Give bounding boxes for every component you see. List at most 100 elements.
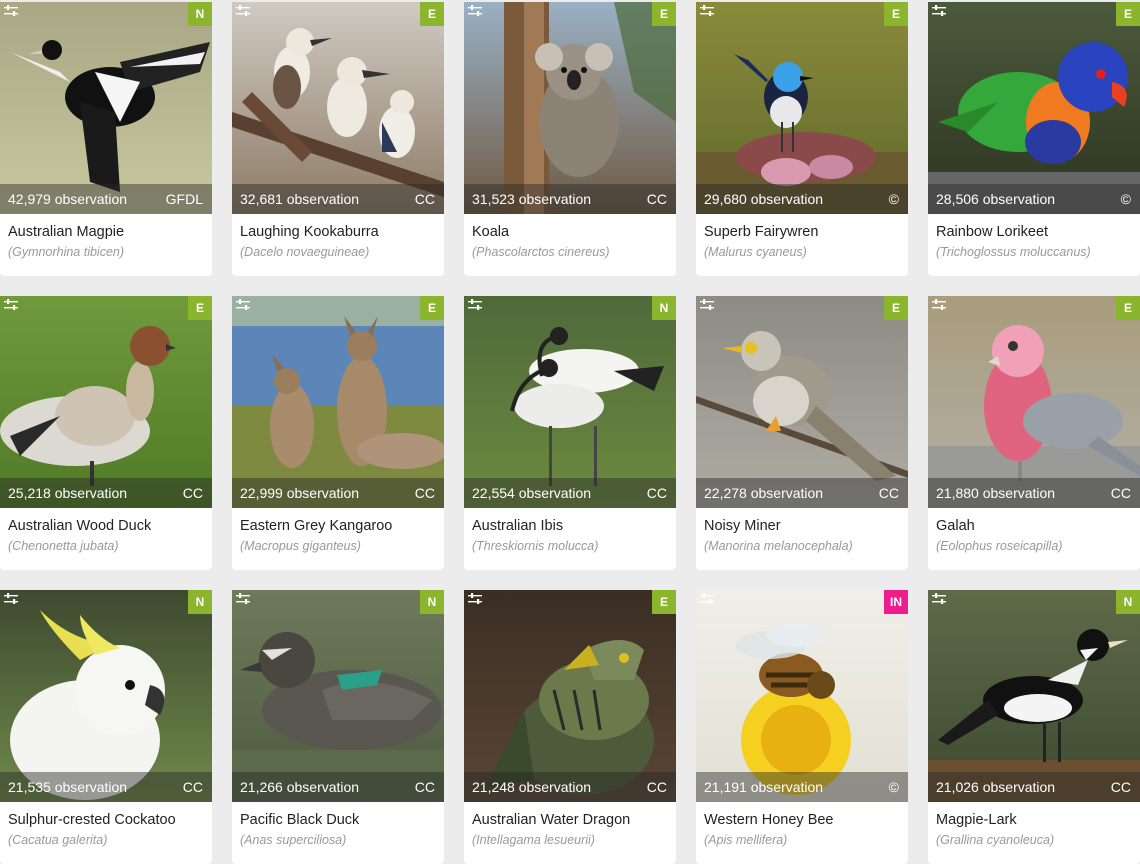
species-info: Australian Ibis (Threskiornis molucca) [464, 508, 676, 553]
filter-sliders-icon[interactable] [468, 593, 482, 605]
common-name[interactable]: Australian Magpie [8, 224, 204, 240]
species-card[interactable]: E 22,999 observation CC Eastern Grey Kan… [232, 296, 444, 570]
common-name[interactable]: Australian Water Dragon [472, 812, 668, 828]
species-card[interactable]: E 32,681 observation CC Laughing Kookabu… [232, 2, 444, 276]
common-name[interactable]: Magpie-Lark [936, 812, 1132, 828]
status-badge: E [1116, 2, 1140, 26]
stats-bar: 21,880 observation CC [928, 478, 1140, 508]
common-name[interactable]: Koala [472, 224, 668, 240]
species-photo-image [696, 2, 908, 214]
species-photo[interactable]: E 22,278 observation CC [696, 296, 908, 508]
species-info: Koala (Phascolarctos cinereus) [464, 214, 676, 259]
species-photo[interactable]: E 21,248 observation CC [464, 590, 676, 802]
filter-sliders-icon[interactable] [4, 299, 18, 311]
species-card[interactable]: E 21,880 observation CC Galah (Eolophus … [928, 296, 1140, 570]
common-name[interactable]: Rainbow Lorikeet [936, 224, 1132, 240]
species-photo[interactable]: E 32,681 observation CC [232, 2, 444, 214]
species-card[interactable]: IN 21,191 observation © Western Honey Be… [696, 590, 908, 864]
species-card[interactable]: N 21,266 observation CC Pacific Black Du… [232, 590, 444, 864]
filter-sliders-icon[interactable] [932, 299, 946, 311]
status-badge: N [420, 590, 444, 614]
species-photo[interactable]: N 21,026 observation CC [928, 590, 1140, 802]
filter-sliders-icon[interactable] [700, 299, 714, 311]
filter-sliders-icon[interactable] [932, 593, 946, 605]
stats-bar: 21,191 observation © [696, 772, 908, 802]
common-name[interactable]: Noisy Miner [704, 518, 900, 534]
common-name[interactable]: Superb Fairywren [704, 224, 900, 240]
stats-bar: 28,506 observation © [928, 184, 1140, 214]
filter-sliders-icon[interactable] [468, 5, 482, 17]
common-name[interactable]: Galah [936, 518, 1132, 534]
species-card[interactable]: N 42,979 observation GFDL Australian Mag… [0, 2, 212, 276]
filter-sliders-icon[interactable] [236, 299, 250, 311]
observation-count: 31,523 observation [472, 191, 592, 207]
observation-count: 21,880 observation [936, 485, 1056, 501]
scientific-name: (Cacatua galerita) [8, 833, 108, 847]
license-label: CC [414, 779, 435, 795]
species-photo[interactable]: E 21,880 observation CC [928, 296, 1140, 508]
species-photo[interactable]: E 28,506 observation © [928, 2, 1140, 214]
common-name[interactable]: Western Honey Bee [704, 812, 900, 828]
observation-count: 21,026 observation [936, 779, 1056, 795]
species-photo-image [928, 2, 1140, 214]
species-info: Galah (Eolophus roseicapilla) [928, 508, 1140, 553]
species-photo-image [232, 2, 444, 214]
stats-bar: 29,680 observation © [696, 184, 908, 214]
species-photo-image [464, 296, 676, 508]
filter-sliders-icon[interactable] [468, 299, 482, 311]
stats-bar: 21,248 observation CC [464, 772, 676, 802]
species-card[interactable]: E 28,506 observation © Rainbow Lorikeet … [928, 2, 1140, 276]
common-name[interactable]: Laughing Kookaburra [240, 224, 436, 240]
species-card[interactable]: N 21,535 observation CC Sulphur-crested … [0, 590, 212, 864]
observation-count: 25,218 observation [8, 485, 128, 501]
species-photo[interactable]: N 21,266 observation CC [232, 590, 444, 802]
stats-bar: 22,999 observation CC [232, 478, 444, 508]
species-photo[interactable]: E 22,999 observation CC [232, 296, 444, 508]
license-label: CC [878, 485, 899, 501]
filter-sliders-icon[interactable] [236, 5, 250, 17]
filter-sliders-icon[interactable] [4, 5, 18, 17]
species-info: Australian Wood Duck (Chenonetta jubata) [0, 508, 212, 553]
species-info: Laughing Kookaburra (Dacelo novaeguineae… [232, 214, 444, 259]
common-name[interactable]: Australian Wood Duck [8, 518, 204, 534]
species-photo[interactable]: N 21,535 observation CC [0, 590, 212, 802]
species-card[interactable]: E 21,248 observation CC Australian Water… [464, 590, 676, 864]
filter-sliders-icon[interactable] [700, 5, 714, 17]
species-photo-image [928, 296, 1140, 508]
species-card[interactable]: E 29,680 observation © Superb Fairywren … [696, 2, 908, 276]
filter-sliders-icon[interactable] [932, 5, 946, 17]
species-photo[interactable]: IN 21,191 observation © [696, 590, 908, 802]
species-info: Australian Water Dragon (Intellagama les… [464, 802, 676, 847]
species-grid: N 42,979 observation GFDL Australian Mag… [0, 0, 1140, 864]
common-name[interactable]: Pacific Black Duck [240, 812, 436, 828]
species-card[interactable]: N 21,026 observation CC Magpie-Lark (Gra… [928, 590, 1140, 864]
scientific-name: (Chenonetta jubata) [8, 539, 119, 553]
stats-bar: 22,278 observation CC [696, 478, 908, 508]
species-photo-image [464, 2, 676, 214]
common-name[interactable]: Australian Ibis [472, 518, 668, 534]
filter-sliders-icon[interactable] [4, 593, 18, 605]
species-card[interactable]: N 22,554 observation CC Australian Ibis … [464, 296, 676, 570]
species-photo[interactable]: E 31,523 observation CC [464, 2, 676, 214]
license-label: CC [182, 779, 203, 795]
species-photo[interactable]: E 29,680 observation © [696, 2, 908, 214]
scientific-name: (Malurus cyaneus) [704, 245, 807, 259]
filter-sliders-icon[interactable] [236, 593, 250, 605]
observation-count: 28,506 observation [936, 191, 1056, 207]
common-name[interactable]: Sulphur-crested Cockatoo [8, 812, 204, 828]
species-card[interactable]: E 25,218 observation CC Australian Wood … [0, 296, 212, 570]
species-card[interactable]: E 31,523 observation CC Koala (Phascolar… [464, 2, 676, 276]
license-label: CC [1110, 485, 1131, 501]
species-info: Rainbow Lorikeet (Trichoglossus moluccan… [928, 214, 1140, 259]
species-photo[interactable]: N 22,554 observation CC [464, 296, 676, 508]
species-photo[interactable]: N 42,979 observation GFDL [0, 2, 212, 214]
species-photo-image [0, 296, 212, 508]
species-info: Sulphur-crested Cockatoo (Cacatua galeri… [0, 802, 212, 847]
filter-sliders-icon[interactable] [700, 593, 714, 605]
species-photo-image [928, 590, 1140, 802]
common-name[interactable]: Eastern Grey Kangaroo [240, 518, 436, 534]
species-photo[interactable]: E 25,218 observation CC [0, 296, 212, 508]
species-info: Noisy Miner (Manorina melanocephala) [696, 508, 908, 553]
species-card[interactable]: E 22,278 observation CC Noisy Miner (Man… [696, 296, 908, 570]
observation-count: 21,535 observation [8, 779, 128, 795]
